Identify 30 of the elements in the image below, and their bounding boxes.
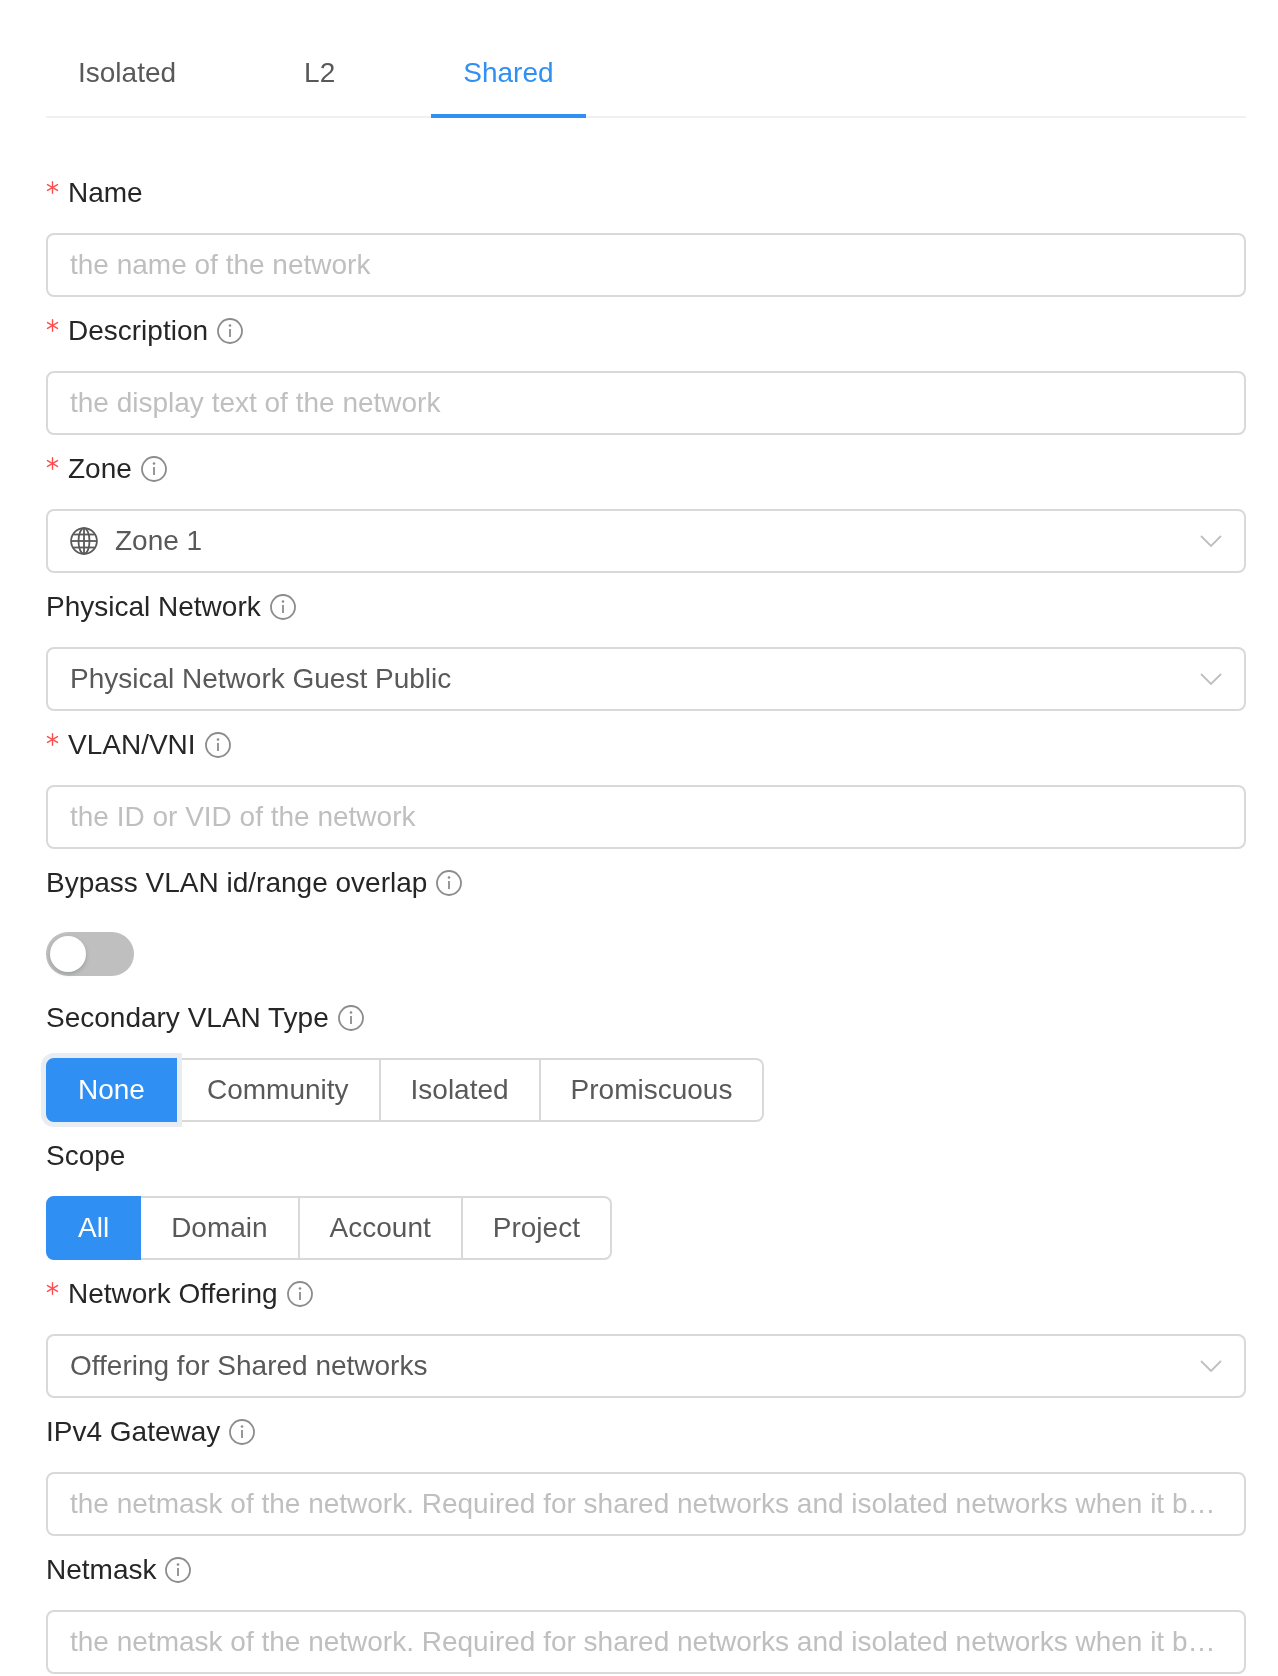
text-input[interactable]: the ID or VID of the network bbox=[46, 785, 1246, 849]
select-field[interactable]: Offering for Shared networks bbox=[46, 1334, 1246, 1398]
field-label: Network Offering bbox=[68, 1277, 278, 1311]
text-input[interactable]: the netmask of the network. Required for shared networks and isolated networks when it b… bbox=[46, 1610, 1246, 1674]
chevron-down-icon bbox=[1200, 673, 1222, 685]
field-label: Secondary VLAN Type bbox=[46, 1001, 329, 1035]
chevron-down-icon bbox=[1200, 535, 1222, 547]
radio-button[interactable]: Promiscuous bbox=[540, 1058, 765, 1122]
field-label: VLAN/VNI bbox=[68, 728, 196, 762]
field-label: Description bbox=[68, 314, 209, 348]
field-label: Scope bbox=[46, 1139, 126, 1173]
radio-button[interactable]: Isolated bbox=[380, 1058, 541, 1122]
field-label: IPv4 Gateway bbox=[46, 1415, 221, 1449]
field-label: Bypass VLAN id/range overlap bbox=[46, 866, 428, 900]
text-input[interactable]: the name of the network bbox=[46, 233, 1246, 297]
radio-button[interactable]: Account bbox=[299, 1196, 463, 1260]
toggle-switch[interactable] bbox=[46, 931, 134, 976]
field-label: Netmask bbox=[46, 1553, 157, 1587]
field-label: Name bbox=[68, 176, 143, 210]
radio-button[interactable]: Domain bbox=[141, 1196, 300, 1260]
field-label: Physical Network bbox=[46, 590, 261, 624]
chevron-down-icon bbox=[1200, 1360, 1222, 1372]
select-field[interactable]: Physical Network Guest Public bbox=[46, 647, 1246, 711]
text-input[interactable]: the display text of the network bbox=[46, 371, 1246, 435]
radio-button[interactable]: Project bbox=[462, 1196, 612, 1260]
field-label: Zone bbox=[68, 452, 132, 486]
tab[interactable]: Isolated bbox=[46, 28, 209, 118]
tab[interactable]: L2 bbox=[272, 28, 368, 118]
text-input[interactable]: the netmask of the network. Required for shared networks and isolated networks when it b… bbox=[46, 1472, 1246, 1536]
select-field[interactable]: Zone 1 bbox=[46, 509, 1246, 573]
